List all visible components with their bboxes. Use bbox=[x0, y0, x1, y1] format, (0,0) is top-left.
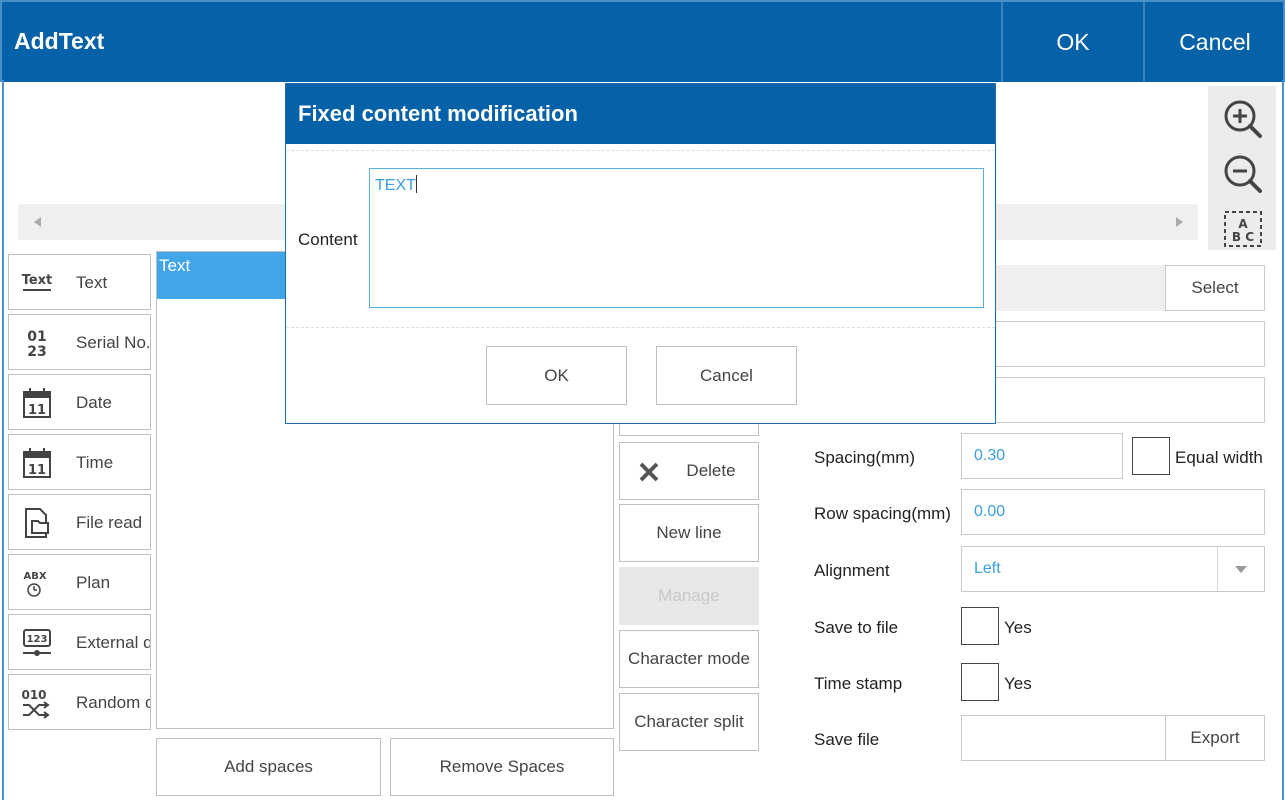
title-bar: AddText OK Cancel bbox=[0, 0, 1285, 82]
ok-button[interactable]: OK bbox=[1001, 2, 1143, 82]
time-stamp-checkbox[interactable] bbox=[961, 663, 999, 701]
svg-text:23: 23 bbox=[27, 344, 46, 359]
tool-text[interactable]: Text Text bbox=[8, 254, 151, 310]
scroll-left-icon[interactable] bbox=[18, 204, 56, 240]
save-to-file-yes: Yes bbox=[1004, 618, 1032, 637]
tool-date[interactable]: 11 Date bbox=[8, 374, 151, 430]
manage-button[interactable]: Manage bbox=[619, 567, 759, 625]
add-spaces-button[interactable]: Add spaces bbox=[156, 738, 381, 796]
save-file-label: Save file bbox=[814, 730, 880, 749]
alignment-label: Alignment bbox=[814, 561, 890, 580]
save-to-file-checkbox[interactable] bbox=[961, 607, 999, 645]
row-spacing-label: Row spacing(mm) bbox=[814, 504, 951, 523]
external-data-icon: 123 bbox=[19, 625, 55, 661]
content-textarea[interactable]: TEXT bbox=[369, 168, 984, 308]
tool-file-read[interactable]: File read bbox=[8, 494, 151, 550]
tool-label: Plan bbox=[76, 573, 111, 592]
character-mode-button[interactable]: Character mode bbox=[619, 630, 759, 688]
tool-plan[interactable]: ABX Plan bbox=[8, 554, 151, 610]
svg-text:Text: Text bbox=[22, 273, 53, 288]
character-split-button[interactable]: Character split bbox=[619, 693, 759, 751]
save-file-input[interactable] bbox=[961, 715, 1166, 761]
zoom-in-icon[interactable] bbox=[1222, 98, 1264, 140]
tool-label: File read bbox=[76, 513, 143, 532]
svg-text:123: 123 bbox=[27, 634, 48, 645]
select-button[interactable]: Select bbox=[1165, 265, 1265, 311]
content-value: TEXT bbox=[375, 177, 416, 194]
file-folder-icon bbox=[19, 505, 55, 541]
tool-label: Serial No. bbox=[76, 333, 151, 352]
delete-x-icon bbox=[639, 462, 659, 482]
text-icon: Text bbox=[19, 265, 55, 301]
svg-text:B C: B C bbox=[1232, 230, 1254, 244]
time-stamp-yes: Yes bbox=[1004, 674, 1032, 693]
alignment-value: Left bbox=[974, 560, 1001, 577]
property-field-2[interactable]: 0 bbox=[961, 377, 1265, 423]
dialog-ok-button[interactable]: OK bbox=[486, 346, 627, 405]
delete-label: Delete bbox=[686, 461, 736, 480]
abc-fit-icon[interactable]: AB C bbox=[1222, 208, 1264, 250]
spacing-label: Spacing(mm) bbox=[814, 448, 916, 467]
delete-button[interactable]: Delete bbox=[619, 442, 759, 500]
tool-external-data[interactable]: 123 External d bbox=[8, 614, 151, 670]
save-to-file-label: Save to file bbox=[814, 618, 899, 637]
tool-time[interactable]: 11 Time bbox=[8, 434, 151, 490]
dialog-title: Fixed content modification bbox=[286, 84, 995, 144]
serial-number-icon: 01 23 bbox=[19, 325, 55, 361]
divider bbox=[286, 150, 995, 151]
calendar-icon: 11 bbox=[19, 445, 55, 481]
window-title: AddText bbox=[14, 28, 105, 54]
content-label: Content bbox=[298, 230, 358, 249]
tool-label: Text bbox=[76, 273, 108, 292]
svg-text:A: A bbox=[1238, 217, 1248, 231]
equal-width-checkbox[interactable] bbox=[1132, 437, 1170, 475]
svg-text:11: 11 bbox=[28, 463, 46, 478]
row-spacing-input[interactable]: 0.00 bbox=[961, 489, 1265, 535]
export-button[interactable]: Export bbox=[1165, 715, 1265, 761]
time-stamp-label: Time stamp bbox=[814, 674, 903, 693]
fixed-content-dialog: Fixed content modification Content TEXT … bbox=[285, 83, 996, 424]
alignment-select[interactable]: Left bbox=[961, 546, 1265, 592]
scroll-right-icon[interactable] bbox=[1160, 204, 1198, 240]
svg-text:11: 11 bbox=[28, 403, 46, 418]
plan-icon: ABX bbox=[19, 565, 55, 601]
remove-spaces-button[interactable]: Remove Spaces bbox=[390, 738, 614, 796]
tool-label: Random c bbox=[76, 693, 151, 712]
text-caret bbox=[415, 175, 417, 193]
tool-label: Date bbox=[76, 393, 112, 412]
calendar-icon: 11 bbox=[19, 385, 55, 421]
new-line-button[interactable]: New line bbox=[619, 504, 759, 562]
svg-text:ABX: ABX bbox=[23, 571, 46, 582]
tool-random[interactable]: 010 Random c bbox=[8, 674, 151, 730]
svg-text:010: 010 bbox=[21, 688, 46, 702]
zoom-panel: AB C bbox=[1208, 86, 1276, 250]
dialog-cancel-button[interactable]: Cancel bbox=[656, 346, 797, 405]
property-field-1[interactable]: 0 bbox=[961, 321, 1265, 367]
tool-label: Time bbox=[76, 453, 114, 472]
cancel-button[interactable]: Cancel bbox=[1143, 2, 1285, 82]
chevron-down-icon bbox=[1235, 566, 1247, 573]
tool-label: External d bbox=[76, 633, 151, 652]
spacing-input[interactable]: 0.30 bbox=[961, 433, 1123, 479]
random-icon: 010 bbox=[19, 685, 55, 721]
divider bbox=[286, 327, 995, 328]
zoom-out-icon[interactable] bbox=[1222, 153, 1264, 195]
tool-serial-no[interactable]: 01 23 Serial No. bbox=[8, 314, 151, 370]
equal-width-label: Equal width bbox=[1175, 448, 1263, 467]
svg-text:01: 01 bbox=[27, 329, 46, 345]
